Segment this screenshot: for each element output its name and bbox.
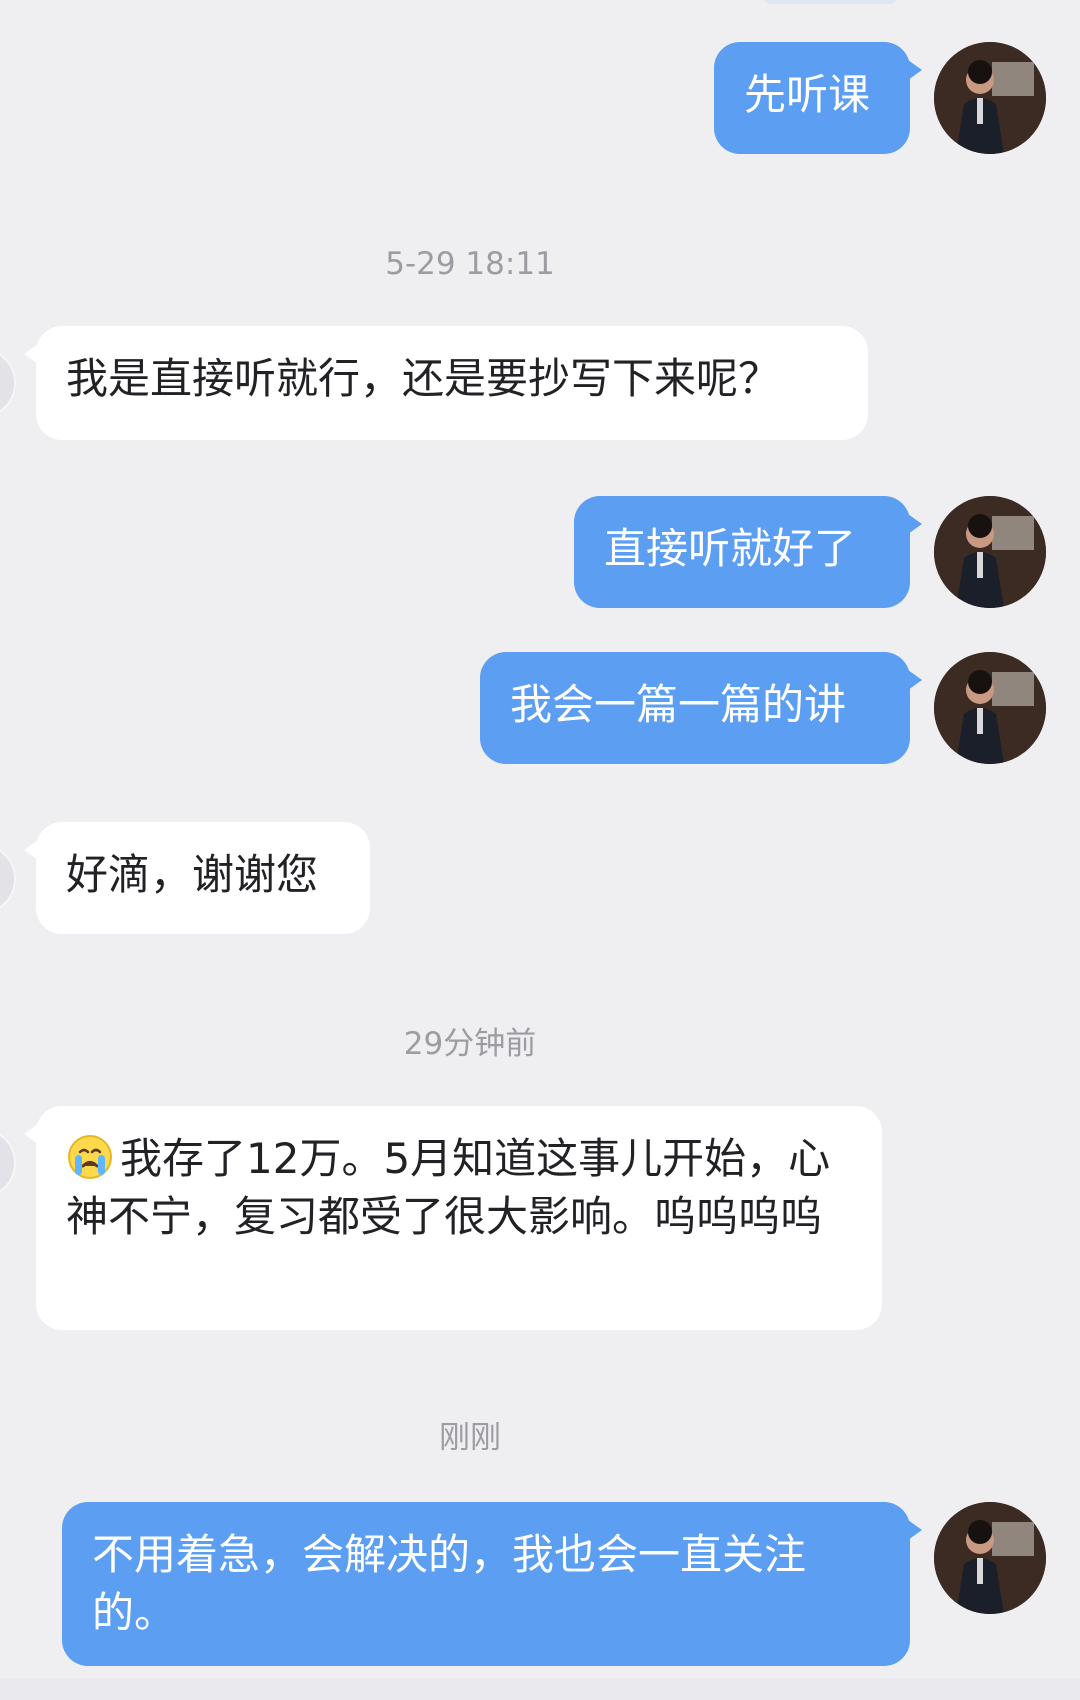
contact-avatar[interactable]	[0, 348, 16, 418]
incoming-message-bubble[interactable]: 我是直接听就行，还是要抄写下来呢？	[24, 326, 868, 440]
user-avatar[interactable]	[934, 496, 1046, 608]
message-text: 我是直接听就行，还是要抄写下来呢？	[66, 354, 781, 403]
message-text: 我会一篇一篇的讲	[510, 680, 847, 729]
outgoing-message-bubble[interactable]: 直接听就好了	[574, 496, 922, 608]
message-text: 我存了12万。5月知道这事儿开始，心神不宁，复习都受了很大影响。呜呜呜呜	[66, 1134, 831, 1241]
message-text: 好滴，谢谢您	[66, 850, 319, 899]
bottom-edge	[0, 1678, 1080, 1700]
message-text: 先听课	[744, 70, 871, 119]
outgoing-message-bubble[interactable]: 不用着急，会解决的，我也会一直关注的。	[62, 1502, 922, 1666]
user-avatar[interactable]	[934, 1502, 1046, 1614]
timestamp-label: 29分钟前	[403, 1026, 537, 1062]
message-text: 直接听就好了	[604, 524, 857, 573]
contact-avatar[interactable]	[0, 1128, 16, 1198]
contact-avatar[interactable]	[0, 844, 16, 914]
previous-message-edge	[760, 0, 900, 4]
chat-window: 先听课 5-29 18:11 我是直接听就行，还是要抄写下来呢？ 直接听就好了	[0, 0, 1080, 1700]
incoming-message-bubble[interactable]: 好滴，谢谢您	[24, 822, 370, 934]
outgoing-message-bubble[interactable]: 我会一篇一篇的讲	[480, 652, 922, 764]
user-avatar[interactable]	[934, 652, 1046, 764]
crying-face-icon	[66, 1133, 114, 1181]
user-avatar[interactable]	[934, 42, 1046, 154]
message-text: 不用着急，会解决的，我也会一直关注的。	[92, 1530, 807, 1637]
outgoing-message-bubble[interactable]: 先听课	[714, 42, 922, 154]
timestamp-label: 刚刚	[439, 1420, 501, 1456]
incoming-message-bubble[interactable]: 我存了12万。5月知道这事儿开始，心神不宁，复习都受了很大影响。呜呜呜呜	[24, 1106, 882, 1330]
timestamp-label: 5-29 18:11	[385, 246, 555, 282]
